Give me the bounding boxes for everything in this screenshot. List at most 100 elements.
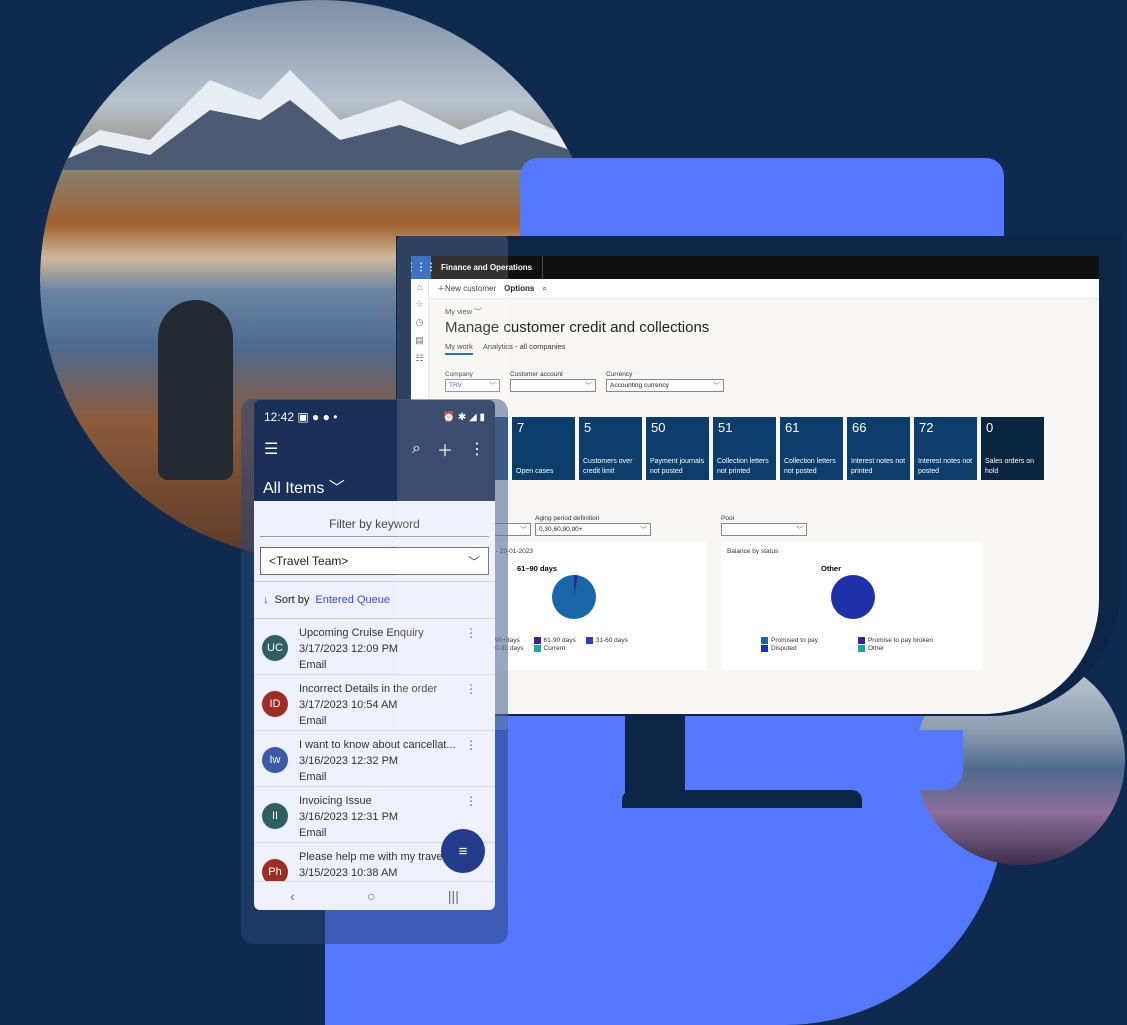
tile-label: Collection letters not posted [784, 458, 836, 475]
my-view-selector[interactable]: My view ﹀ [445, 306, 1099, 317]
legend-item: 31-60 days [585, 637, 628, 644]
item-text: Please help me with my travel 3/15/2023 1… [299, 849, 445, 881]
balance-by-status-pie[interactable] [830, 574, 876, 620]
item-title: Invoicing Issue [299, 795, 372, 807]
legend-item: Promised to pay [761, 637, 818, 644]
balances-label: Balances [445, 494, 1099, 501]
customer-dropdown[interactable]: ﹀ [510, 379, 596, 392]
aging-period-filter: Aging period definition 0,30,60,90,90+ ﹀ [535, 515, 651, 536]
tile-label: Collection letters not printed [717, 458, 769, 475]
sort-prefix: Sort by [274, 594, 310, 606]
tabs: My work Analytics - all companies [445, 342, 1099, 355]
chevron-down-icon: ﹀ [640, 526, 647, 534]
aging-period-value: 0,30,60,90,90+ [539, 526, 583, 533]
recents-icon[interactable]: ||| [448, 888, 459, 904]
item-date: 3/16/2023 12:31 PM [299, 811, 399, 823]
android-nav-bar: ‹ ○ ||| [254, 881, 495, 910]
item-date: 3/15/2023 10:38 AM [299, 867, 398, 879]
tile-label: Payment journals not posted [650, 458, 705, 475]
mountain-range-image [40, 70, 600, 170]
hiker-figure [158, 300, 233, 480]
aging-period-label: Aging period definition [535, 515, 600, 522]
search-icon[interactable]: ⌕ [542, 284, 546, 294]
more-options-icon[interactable]: ⋮ [465, 794, 477, 808]
list-fab-button[interactable]: ≡ [441, 829, 485, 873]
summary-tile[interactable]: 61 Collection letters not posted [780, 417, 843, 480]
main-content: My view ﹀ Manage customer credit and col… [445, 306, 1099, 685]
currency-label: Currency [606, 371, 633, 378]
list-item[interactable]: Iw I want to know about cancellat... 3/16/… [254, 731, 495, 787]
tile-count: 0 [986, 420, 994, 435]
avatar: Iw [262, 747, 288, 773]
filters: Company TRV ﹀ Customer account ﹀ Currency… [445, 371, 1099, 392]
collections-label: Collections [445, 678, 1099, 685]
summary-tile[interactable]: 66 Interest notes not printed [847, 417, 910, 480]
legend-label: Promise to pay broken [867, 637, 934, 644]
sort-arrow-icon: ↓ [263, 594, 269, 606]
more-options-icon[interactable]: ⋮ [465, 738, 477, 752]
item-type: Email [299, 827, 327, 839]
item-type: Email [299, 771, 327, 783]
legend-label: Disputed [771, 645, 797, 652]
pool-dropdown-2[interactable]: ﹀ [721, 523, 807, 536]
monitor-stand [625, 715, 685, 795]
chevron-down-icon: ﹀ [585, 382, 592, 390]
glass-overlay [397, 236, 508, 730]
aging-period-dropdown[interactable]: 0,30,60,90,90+ ﹀ [535, 523, 651, 536]
tile-label: Open cases [516, 467, 554, 475]
summary-tile[interactable]: 7 Open cases [512, 417, 575, 480]
legend-item: 61-90 days [533, 637, 576, 644]
item-text: I want to know about cancellat... 3/16/20… [299, 737, 456, 785]
summary-tile[interactable]: 50 Payment journals not posted [646, 417, 709, 480]
customer-filter: Customer account ﹀ [510, 371, 596, 392]
top-bar: ⋮⋮⋮ Finance and Operations [411, 256, 1099, 279]
pool-label-2: Pool [721, 515, 735, 522]
legend-label: 61-90 days [543, 637, 576, 644]
legend-label: 31-60 days [595, 637, 628, 644]
page-title: Manage customer credit and collections [445, 319, 710, 336]
legend-item: Current [533, 645, 576, 652]
avatar: ID [262, 691, 288, 717]
sort-field: Entered Queue [315, 594, 390, 606]
pool-filter-2: Pool ﹀ [721, 515, 807, 536]
balance-by-status-title: Balance by status [727, 548, 779, 555]
summary-tile[interactable]: 5 Customers over credit limit [579, 417, 642, 480]
item-title: Please help me with my travel [299, 851, 446, 863]
currency-filter: Currency Accounting currency ﹀ [606, 371, 724, 392]
currency-dropdown[interactable]: Accounting currency ﹀ [606, 379, 724, 392]
list-icon: ≡ [458, 842, 468, 860]
summary-tiles: 6Open activities7Open cases5Customers ov… [445, 417, 1099, 480]
action-bar: ☰ ＋New customer Options ⌕ [411, 279, 1099, 299]
balance-cards: Aged balances - 29-01-2023 61–90 days 90… [445, 542, 1099, 670]
monitor-base [622, 790, 862, 808]
currency-value: Accounting currency [610, 382, 669, 389]
chevron-down-icon: ﹀ [520, 526, 527, 534]
home-button-icon[interactable]: ○ [367, 888, 375, 904]
legend-item: Promise to pay broken [857, 637, 934, 644]
item-title: I want to know about cancellat... [299, 739, 456, 751]
tile-count: 72 [919, 420, 934, 435]
tile-count: 66 [852, 420, 867, 435]
legend-label: Promised to pay [771, 637, 818, 644]
summary-tile[interactable]: 51 Collection letters not printed [713, 417, 776, 480]
tile-label: Customers over credit limit [583, 458, 633, 475]
options-button[interactable]: Options [504, 284, 534, 293]
chevron-down-icon: ﹀ [796, 526, 803, 534]
status-time: 12:42 ▣ ● ● • [264, 410, 338, 424]
decorative-blue-shape [803, 730, 963, 790]
tile-label: Sales orders on hold [985, 458, 1035, 475]
legend-item: Disputed [761, 645, 818, 652]
dynamics-screen: ⋮⋮⋮ Finance and Operations ☰ ＋New custom… [411, 256, 1099, 714]
aged-pie-label: 61–90 days [517, 564, 558, 573]
aged-balances-pie[interactable] [551, 574, 597, 620]
back-icon[interactable]: ‹ [290, 888, 295, 904]
team-value: <Travel Team> [269, 554, 349, 568]
avatar: II [262, 803, 288, 829]
balance-by-status-card: Balance by status Other Promised to pay … [721, 542, 983, 670]
summary-tile[interactable]: 0 Sales orders on hold [981, 417, 1044, 480]
hamburger-menu-icon[interactable]: ☰ [264, 439, 278, 459]
summary-tile[interactable]: 72 Interest notes not posted [914, 417, 977, 480]
tile-label: Interest notes not printed [851, 458, 906, 475]
customer-label: Customer account [510, 371, 563, 378]
tile-count: 7 [517, 420, 525, 435]
